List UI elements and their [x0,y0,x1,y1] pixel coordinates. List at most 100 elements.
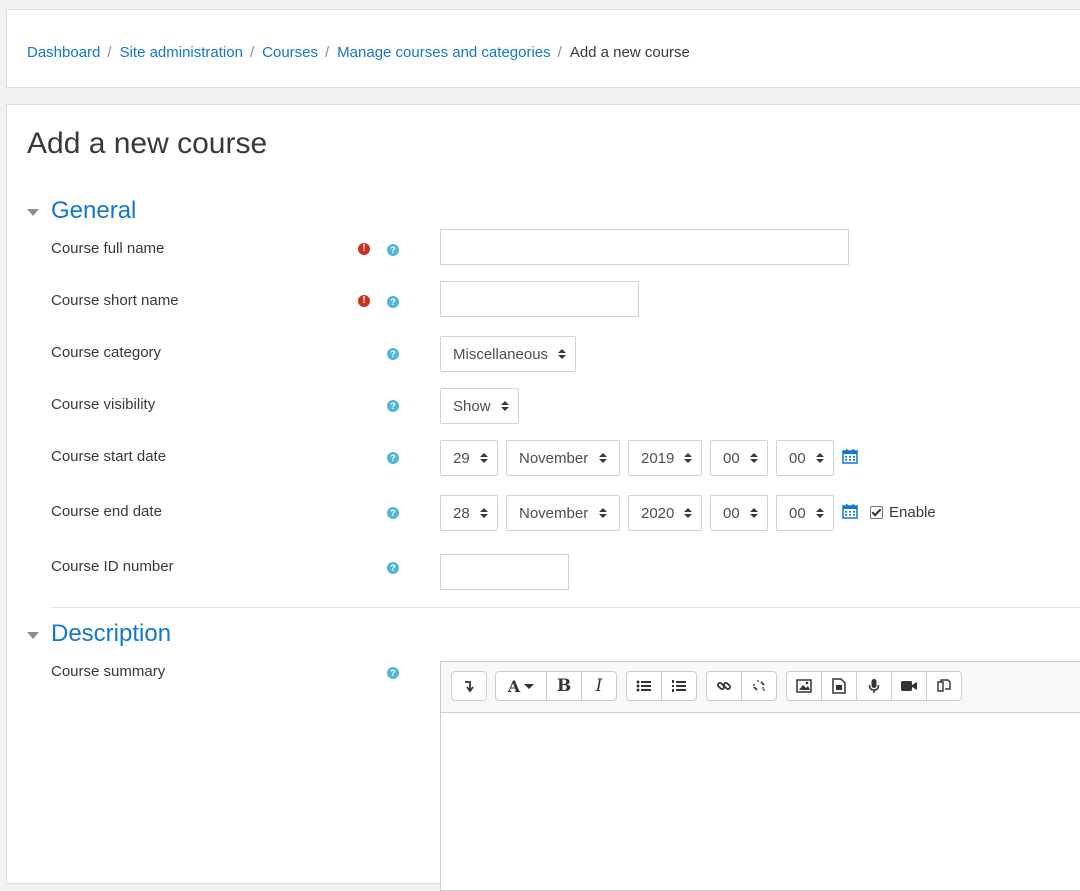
select-value: 00 [723,504,740,522]
start-month-select[interactable]: November [506,440,620,476]
select-value: 2020 [641,504,675,522]
field-course-id-number: Course ID number ? [7,554,1080,598]
help-icon[interactable]: ? [387,244,399,256]
updown-arrow-icon [815,453,824,463]
field-label: Course visibility [51,396,156,413]
help-icon[interactable]: ? [387,452,399,464]
breadcrumb-card: Dashboard / Site administration / Courses / Ma… [6,9,1080,88]
toolbar-group-text: A B I [495,671,617,701]
bold-icon[interactable]: B [547,672,582,700]
course-visibility-select[interactable]: Show [440,388,519,424]
course-id-number-input[interactable] [440,554,569,590]
breadcrumb-separator: / [557,44,562,61]
image-icon[interactable] [787,672,822,700]
updown-arrow-icon [558,349,567,359]
select-value: 28 [453,504,470,522]
end-day-select[interactable]: 28 [440,495,498,531]
course-summary-editor: A B I [440,661,1080,891]
end-year-select[interactable]: 2020 [628,495,702,531]
field-label: Course summary [51,663,166,680]
section-general-title: General [51,197,137,224]
field-course-category: Course category ? Miscellaneous [7,336,1080,384]
select-value: 00 [723,449,740,467]
updown-arrow-icon [500,401,509,411]
updown-arrow-icon [749,508,758,518]
section-description-title: Description [51,620,172,647]
audio-record-icon[interactable] [857,672,892,700]
updown-arrow-icon [599,453,607,463]
breadcrumb-separator: / [107,44,112,61]
field-label: Course short name [51,292,179,309]
field-label: Course end date [51,503,162,520]
video-record-icon[interactable] [892,672,927,700]
select-value: Show [453,397,491,415]
ordered-list-icon[interactable] [662,672,696,700]
toolbar-group-links [706,671,777,701]
font-style-icon[interactable]: A [496,672,547,700]
enable-label: Enable [889,504,936,521]
course-category-select[interactable]: Miscellaneous [440,336,576,372]
enable-checkbox[interactable] [870,506,883,519]
field-label: Course ID number [51,558,174,575]
unlink-icon[interactable] [742,672,776,700]
select-value: 00 [789,449,806,467]
breadcrumb-current: Add a new course [569,44,690,61]
end-minute-select[interactable]: 00 [776,495,834,531]
select-value: 29 [453,449,470,467]
toolbar-group-toggle [451,671,487,701]
help-icon[interactable]: ? [387,562,399,574]
breadcrumb-site-administration[interactable]: Site administration [120,44,243,61]
breadcrumb: Dashboard / Site administration / Courses / Ma… [27,44,690,61]
end-hour-select[interactable]: 00 [710,495,768,531]
section-description-toggle[interactable]: Description [27,620,171,648]
field-label: Course category [51,344,162,361]
required-icon: ! [358,243,370,255]
updown-arrow-icon [684,453,693,463]
help-icon[interactable]: ? [387,507,399,519]
manage-files-icon[interactable] [927,672,961,700]
course-short-name-input[interactable] [440,281,639,317]
collapse-icon[interactable] [452,672,486,700]
calendar-icon[interactable] [842,503,858,519]
media-icon[interactable] [822,672,857,700]
italic-icon[interactable]: I [582,672,616,700]
updown-arrow-icon [479,453,488,463]
help-icon[interactable]: ? [387,667,399,679]
start-minute-select[interactable]: 00 [776,440,834,476]
editor-toolbar: A B I [441,662,1080,713]
end-month-select[interactable]: November [506,495,620,531]
field-course-full-name: Course full name ! ? [7,229,1080,280]
start-year-select[interactable]: 2019 [628,440,702,476]
help-icon[interactable]: ? [387,400,399,412]
unordered-list-icon[interactable] [627,672,662,700]
select-value: 2019 [641,449,675,467]
updown-arrow-icon [599,508,607,518]
select-value: November [519,504,589,522]
updown-arrow-icon [749,453,758,463]
field-course-end-date: Course end date ? 28 November 2020 00 00 [7,495,1080,543]
start-hour-select[interactable]: 00 [710,440,768,476]
help-icon[interactable]: ? [387,296,399,308]
breadcrumb-courses[interactable]: Courses [262,44,318,61]
toolbar-group-media [786,671,962,701]
help-icon[interactable]: ? [387,348,399,360]
breadcrumb-separator: / [325,44,330,61]
select-value: 00 [789,504,806,522]
main-content: Add a new course General Course full nam… [6,104,1080,891]
section-general-toggle[interactable]: General [27,197,136,225]
link-icon[interactable] [707,672,742,700]
calendar-icon[interactable] [842,448,858,464]
collapse-caret-icon [27,208,39,216]
select-value: Miscellaneous [453,345,549,363]
breadcrumb-dashboard[interactable]: Dashboard [27,44,100,61]
toolbar-group-lists [626,671,697,701]
field-course-start-date: Course start date ? 29 November 2019 00 … [7,440,1080,488]
course-full-name-input[interactable] [440,229,849,265]
start-day-select[interactable]: 29 [440,440,498,476]
breadcrumb-manage-courses[interactable]: Manage courses and categories [337,44,550,61]
field-label: Course start date [51,448,167,465]
select-value: November [519,449,589,467]
end-date-enable[interactable]: Enable [870,504,936,521]
collapse-caret-icon [27,631,39,639]
required-icon: ! [358,295,370,307]
